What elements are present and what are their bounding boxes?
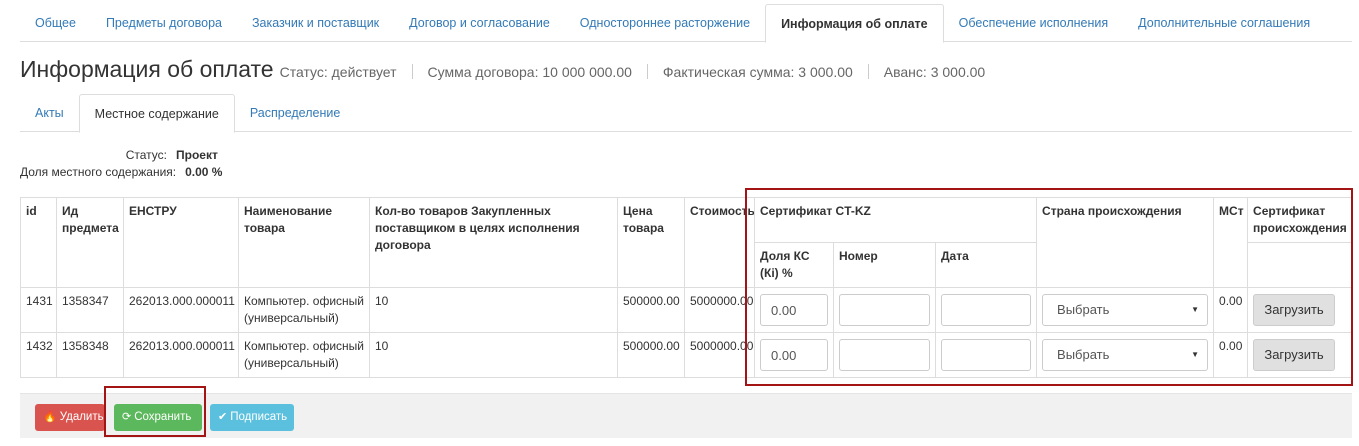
cell-number bbox=[833, 287, 936, 333]
cell-enstru: 262013.000.000011 bbox=[123, 287, 239, 333]
col-header-price: Цена товара bbox=[617, 197, 685, 288]
cell-id: 1431 bbox=[20, 287, 57, 333]
col-header-item-id: Ид предмета bbox=[56, 197, 124, 288]
check-icon: ✔ bbox=[218, 411, 228, 423]
country-select[interactable]: Выбрать ▼ bbox=[1042, 294, 1209, 326]
cell-origin-cert: Загрузить bbox=[1247, 332, 1354, 378]
tab-contract-approval[interactable]: Договор и согласование bbox=[394, 4, 565, 42]
local-content-table: id Ид предмета ЕНСТРУ Наименование товар… bbox=[20, 197, 1354, 378]
cell-number bbox=[833, 332, 936, 378]
tab-unilateral-termination[interactable]: Одностороннее расторжение bbox=[565, 4, 765, 42]
sign-button[interactable]: ✔ Подписать bbox=[210, 404, 294, 431]
country-select-value: Выбрать bbox=[1057, 302, 1110, 317]
col-header-mst: МСт bbox=[1213, 197, 1249, 288]
col-header-id: id bbox=[20, 197, 57, 288]
cert-share-input[interactable] bbox=[760, 294, 828, 326]
cell-cost: 5000000.00 bbox=[684, 332, 755, 378]
col-header-origin-cert-empty bbox=[1247, 242, 1354, 288]
status-label: Статус: bbox=[125, 148, 167, 162]
country-select-value: Выбрать bbox=[1057, 347, 1110, 362]
tab-performance-security[interactable]: Обеспечение исполнения bbox=[944, 4, 1124, 42]
cert-date-input[interactable] bbox=[941, 339, 1032, 371]
caret-down-icon: ▼ bbox=[1191, 350, 1200, 359]
tab-payment-info[interactable]: Информация об оплате bbox=[765, 4, 944, 43]
actual-sum: Фактическая сумма: 3 000.00 bbox=[662, 64, 853, 80]
col-header-cert-number: Номер bbox=[833, 242, 936, 288]
cell-item-id: 1358347 bbox=[56, 287, 124, 333]
col-header-cert-ct-kz: Сертификат CT-KZ bbox=[753, 197, 1038, 243]
refresh-icon: ⟳ bbox=[122, 411, 132, 423]
col-header-country: Страна происхождения bbox=[1036, 197, 1215, 288]
contract-status: Статус: действует bbox=[279, 64, 397, 80]
country-select[interactable]: Выбрать ▼ bbox=[1042, 339, 1209, 371]
cell-price: 500000.00 bbox=[617, 332, 685, 378]
subtab-acts[interactable]: Акты bbox=[20, 94, 79, 132]
cell-price: 500000.00 bbox=[617, 287, 685, 333]
tab-additional-agreements[interactable]: Дополнительные соглашения bbox=[1123, 4, 1325, 42]
cell-date bbox=[934, 332, 1038, 378]
delete-button[interactable]: 🔥 Удалить bbox=[35, 404, 105, 431]
cell-share bbox=[754, 332, 834, 378]
cell-share bbox=[754, 287, 834, 333]
delete-button-label: Удалить bbox=[59, 411, 104, 423]
contract-sum: Сумма договора: 10 000 000.00 bbox=[427, 64, 632, 80]
subtab-distribution[interactable]: Распределение bbox=[235, 94, 355, 132]
col-header-cost: Стоимость (СТі) bbox=[684, 197, 755, 288]
col-header-cert-date: Дата bbox=[934, 242, 1038, 288]
col-header-cert-share: Доля КС (Кі) % bbox=[754, 242, 834, 288]
table-row: 1431 1358347 262013.000.000011 Компьютер… bbox=[20, 287, 1354, 333]
col-header-qty: Кол-во товаров Закупленных поставщиком в… bbox=[369, 197, 618, 288]
header-divider bbox=[411, 64, 413, 79]
fire-icon: 🔥 bbox=[43, 411, 57, 423]
share-value: 0.00 % bbox=[185, 165, 223, 179]
cert-number-input[interactable] bbox=[839, 339, 930, 371]
cell-mst: 0.00 bbox=[1213, 332, 1249, 378]
cell-qty: 10 bbox=[369, 332, 618, 378]
header-divider bbox=[646, 64, 648, 79]
sub-tabs: Акты Местное содержание Распределение bbox=[20, 94, 1352, 133]
save-button-label: Сохранить bbox=[134, 411, 192, 423]
cell-country: Выбрать ▼ bbox=[1036, 287, 1215, 333]
caret-down-icon: ▼ bbox=[1191, 305, 1200, 314]
local-content-status: Статус: Проект Доля местного содержания:… bbox=[20, 147, 222, 181]
col-header-origin-cert: Сертификат происхождения bbox=[1247, 197, 1354, 243]
header-divider bbox=[867, 64, 869, 79]
cell-qty: 10 bbox=[369, 287, 618, 333]
sign-button-label: Подписать bbox=[230, 411, 288, 423]
cell-enstru: 262013.000.000011 bbox=[123, 332, 239, 378]
cell-mst: 0.00 bbox=[1213, 287, 1249, 333]
cell-origin-cert: Загрузить bbox=[1247, 287, 1354, 333]
cell-name: Компьютер. офисный (универсальный) bbox=[238, 332, 370, 378]
cell-country: Выбрать ▼ bbox=[1036, 332, 1215, 378]
cert-number-input[interactable] bbox=[839, 294, 930, 326]
cell-cost: 5000000.00 bbox=[684, 287, 755, 333]
tab-general[interactable]: Общее bbox=[20, 4, 91, 42]
tab-contract-items[interactable]: Предметы договора bbox=[91, 4, 237, 42]
upload-button[interactable]: Загрузить bbox=[1253, 294, 1336, 326]
cert-date-input[interactable] bbox=[941, 294, 1032, 326]
top-tabs: Общее Предметы договора Заказчик и поста… bbox=[20, 4, 1352, 43]
page-title: Информация об оплате bbox=[20, 56, 274, 82]
cell-item-id: 1358348 bbox=[56, 332, 124, 378]
advance-sum: Аванс: 3 000.00 bbox=[883, 64, 986, 80]
tab-customer-supplier[interactable]: Заказчик и поставщик bbox=[237, 4, 394, 42]
footer-actions: 🔥 Удалить ⟳ Сохранить ✔ Подписать bbox=[20, 393, 1352, 438]
cell-id: 1432 bbox=[20, 332, 57, 378]
save-button[interactable]: ⟳ Сохранить bbox=[114, 404, 202, 431]
table-row: 1432 1358348 262013.000.000011 Компьютер… bbox=[20, 332, 1354, 378]
share-label: Доля местного содержания: bbox=[20, 165, 177, 179]
cert-share-input[interactable] bbox=[760, 339, 828, 371]
cell-date bbox=[934, 287, 1038, 333]
upload-button[interactable]: Загрузить bbox=[1253, 339, 1336, 371]
subtab-local-content[interactable]: Местное содержание bbox=[78, 94, 235, 133]
page-header: Информация об оплате Статус: действует С… bbox=[20, 56, 985, 83]
status-value: Проект bbox=[176, 148, 218, 162]
col-header-enstru: ЕНСТРУ bbox=[123, 197, 239, 288]
col-header-name: Наименование товара bbox=[238, 197, 370, 288]
cell-name: Компьютер. офисный (универсальный) bbox=[238, 287, 370, 333]
